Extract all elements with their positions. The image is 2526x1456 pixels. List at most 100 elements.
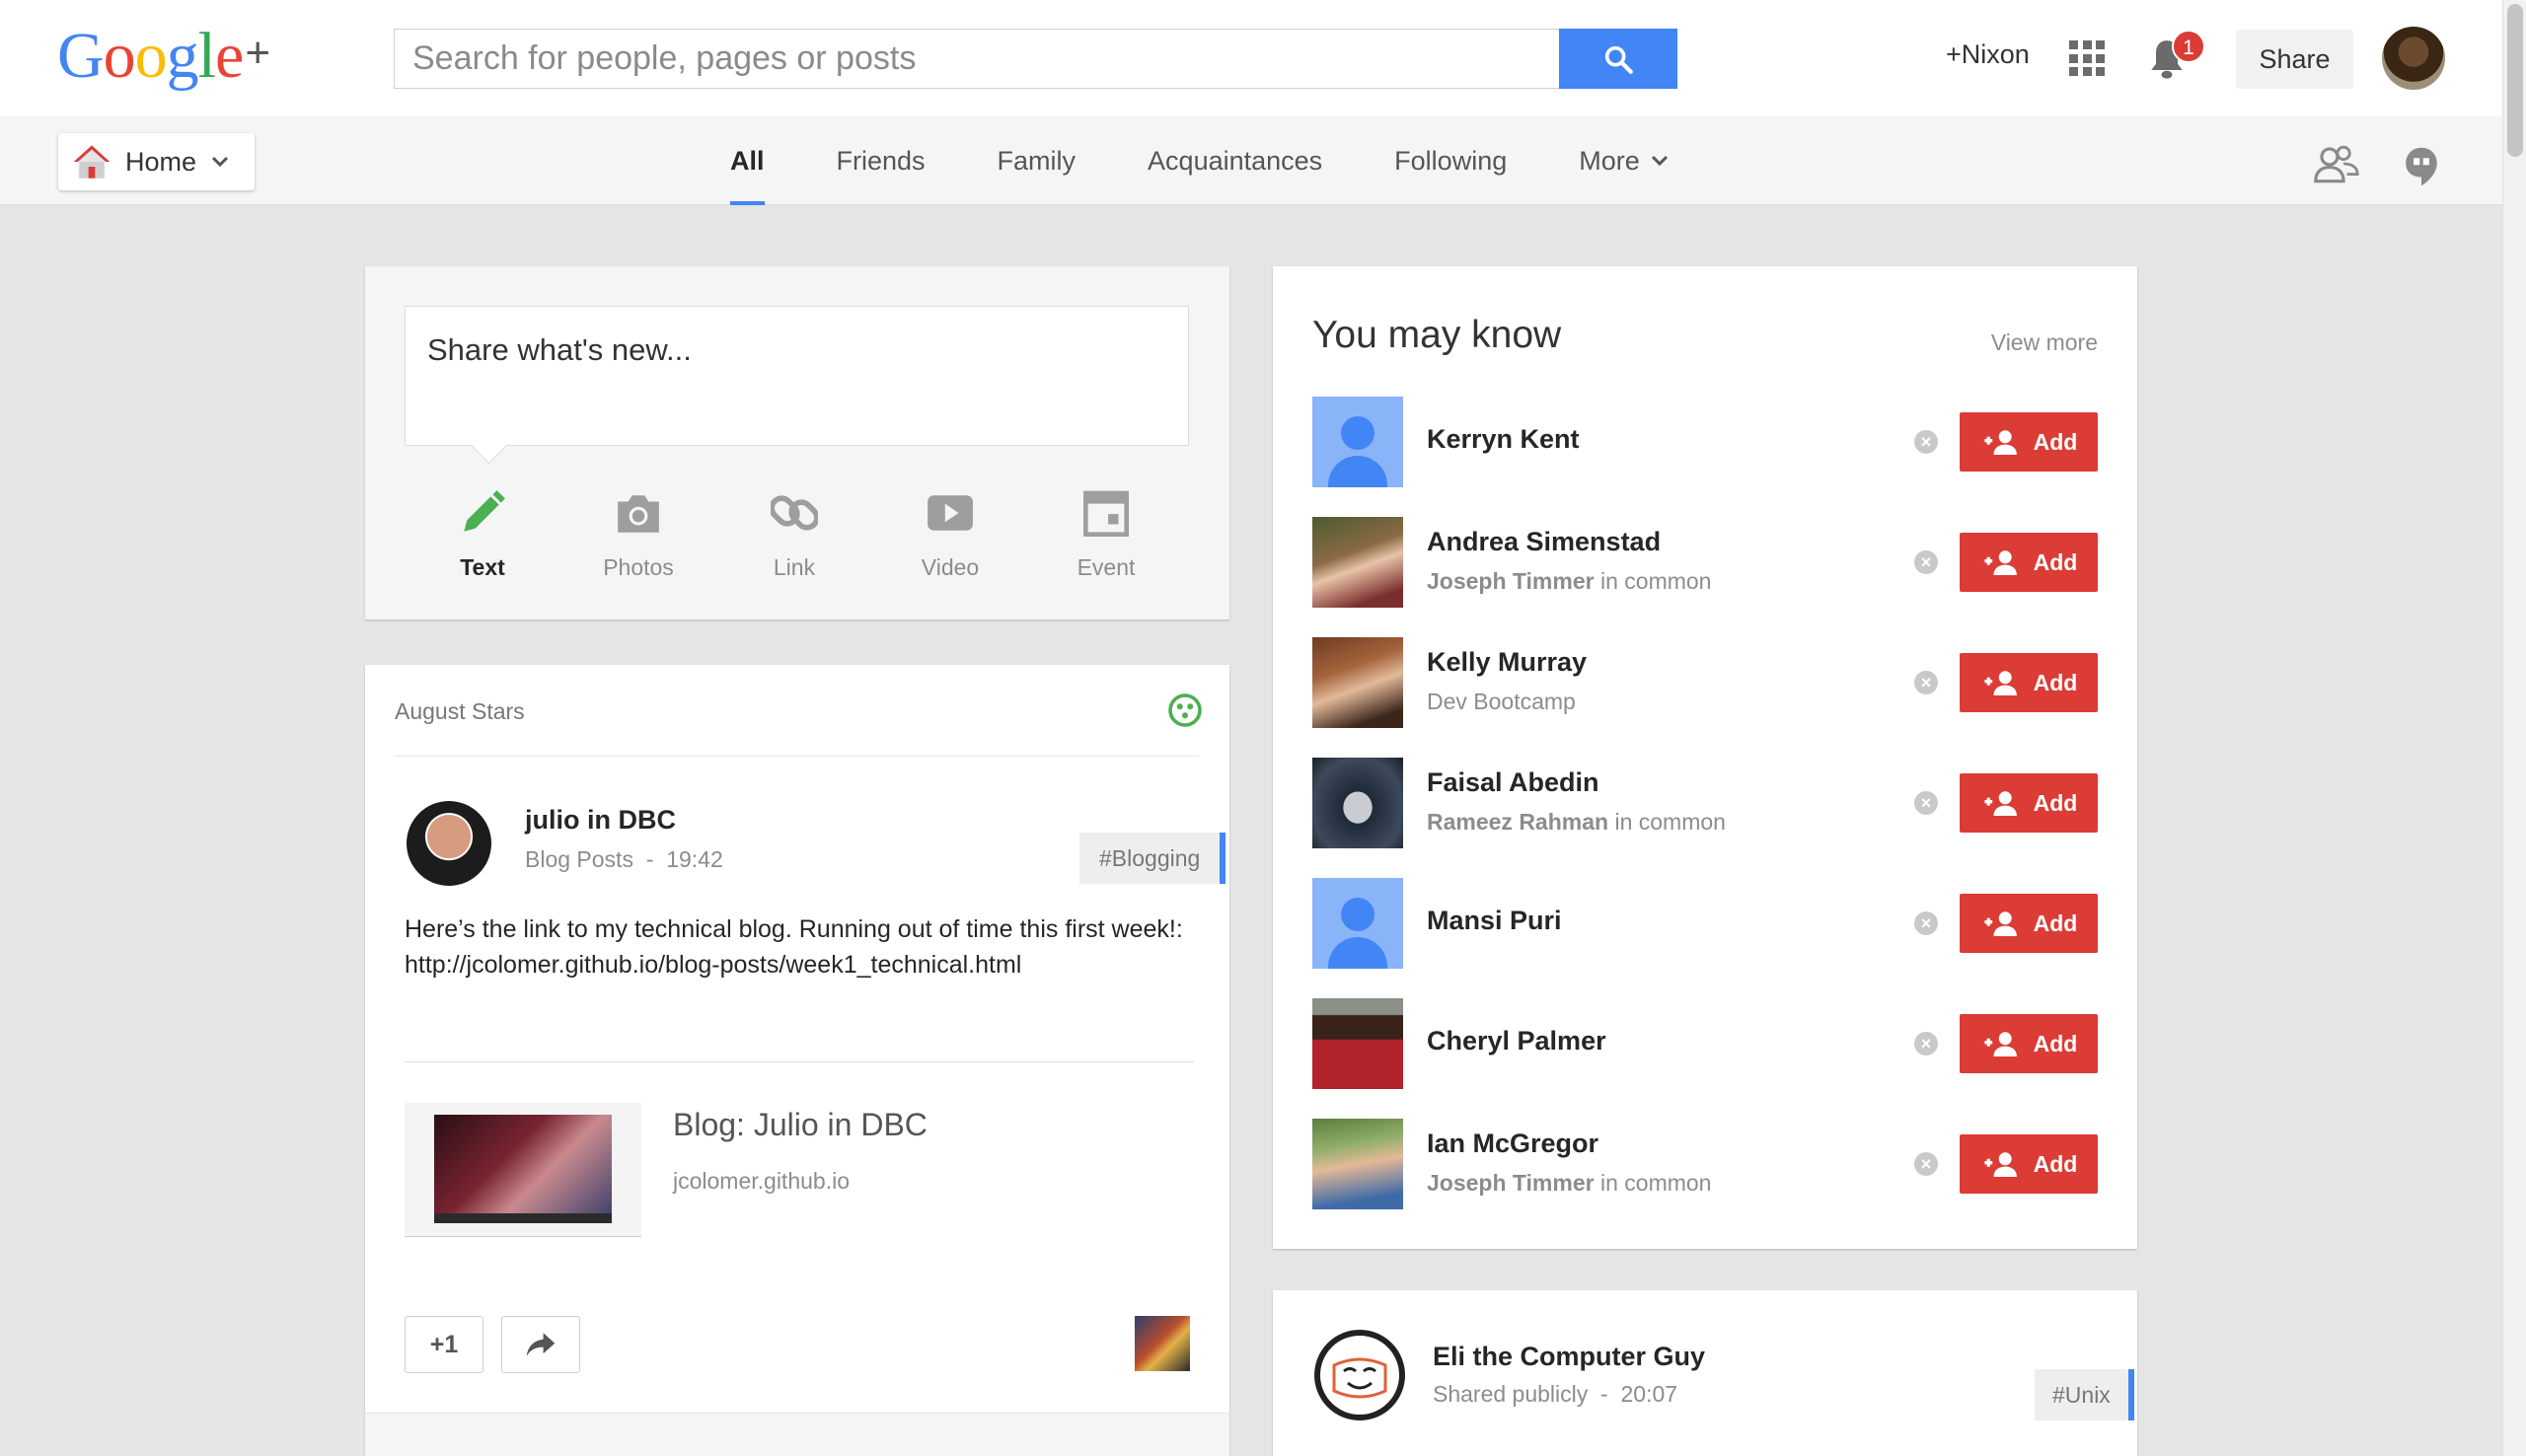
person-avatar[interactable]	[1312, 878, 1403, 969]
dismiss-icon[interactable]: ×	[1914, 1152, 1938, 1176]
post-card: August Stars julio in DBC Blog Posts - 1…	[365, 665, 1229, 1456]
post-author[interactable]: Eli the Computer Guy	[1433, 1342, 1705, 1372]
person-avatar[interactable]	[1312, 517, 1403, 608]
suggestion-row: Kerryn Kent × Add	[1312, 397, 2098, 487]
add-person-icon	[1984, 911, 2017, 936]
you-may-know-card: You may know View more Kerryn Kent × Add…	[1273, 266, 2137, 1249]
notification-count-badge[interactable]: 1	[2172, 30, 2205, 63]
share-video-button[interactable]: Video	[872, 481, 1028, 581]
add-person-button[interactable]: Add	[1960, 894, 2098, 953]
dismiss-icon[interactable]: ×	[1914, 671, 1938, 694]
suggestion-row: Ian McGregor Joseph Timmer in common × A…	[1312, 1119, 2098, 1209]
tab-acquaintances[interactable]: Acquaintances	[1148, 116, 1322, 205]
tab-following[interactable]: Following	[1394, 116, 1507, 205]
community-icon[interactable]	[1167, 692, 1203, 733]
post-meta: Blog Posts - 19:42	[525, 846, 723, 873]
stream-tabs: All Friends Family Acquaintances Followi…	[730, 116, 1742, 205]
divider	[405, 1061, 1194, 1062]
suggestion-row: Andrea Simenstad Joseph Timmer in common…	[1312, 517, 2098, 608]
hashtag-badge[interactable]: #Blogging	[1079, 833, 1226, 884]
add-person-button[interactable]: Add	[1960, 773, 2098, 833]
add-person-button[interactable]: Add	[1960, 533, 2098, 592]
person-mutual: Rameez Rahman in common	[1427, 809, 1726, 835]
add-person-button[interactable]: Add	[1960, 1014, 2098, 1073]
share-event-button[interactable]: Event	[1028, 481, 1184, 581]
person-avatar[interactable]	[1312, 637, 1403, 728]
people-icon[interactable]	[2314, 144, 2359, 188]
tab-more[interactable]: More	[1579, 116, 1670, 205]
link-title[interactable]: Blog: Julio in DBC	[673, 1107, 928, 1143]
home-label: Home	[125, 146, 197, 177]
post-time[interactable]: 20:07	[1621, 1381, 1678, 1407]
post-visibility[interactable]: Shared publicly	[1433, 1381, 1588, 1407]
chevron-down-icon	[211, 156, 229, 168]
share-input[interactable]: Share what's new...	[405, 306, 1189, 446]
hashtag-badge[interactable]: #Unix	[2035, 1369, 2134, 1420]
stream-nav-bar: Home All Friends Family Acquaintances Fo…	[0, 116, 2502, 205]
author-avatar[interactable]	[1314, 1330, 1405, 1420]
link-thumbnail[interactable]	[405, 1103, 641, 1237]
share-text-button[interactable]: Text	[405, 481, 560, 581]
post-category[interactable]: Blog Posts	[525, 846, 633, 872]
dismiss-icon[interactable]: ×	[1914, 1032, 1938, 1056]
search-icon	[1604, 45, 1633, 74]
person-name[interactable]: Ian McGregor	[1427, 1128, 1598, 1159]
video-play-icon	[928, 495, 973, 531]
share-button[interactable]: Share	[2236, 30, 2353, 89]
calendar-icon	[1083, 490, 1129, 537]
profile-name-link[interactable]: +Nixon	[1946, 39, 2030, 70]
suggestion-row: Kelly Murray Dev Bootcamp × Add	[1312, 637, 2098, 728]
person-avatar[interactable]	[1312, 397, 1403, 487]
home-icon	[73, 145, 111, 179]
search-button[interactable]	[1559, 29, 1677, 89]
person-name[interactable]: Kerryn Kent	[1427, 424, 1580, 455]
view-more-link[interactable]: View more	[1991, 329, 2098, 356]
search-field[interactable]	[394, 29, 1561, 89]
person-mutual: Joseph Timmer in common	[1427, 568, 1712, 594]
tab-family[interactable]: Family	[998, 116, 1077, 205]
apps-grid-icon[interactable]	[2069, 40, 2105, 76]
person-avatar[interactable]	[1312, 1119, 1403, 1209]
home-menu-button[interactable]: Home	[58, 133, 255, 190]
post-footer	[365, 1413, 1229, 1456]
tab-friends[interactable]: Friends	[837, 116, 926, 205]
suggestion-row: Faisal Abedin Rameez Rahman in common × …	[1312, 758, 2098, 848]
tab-all[interactable]: All	[730, 116, 765, 205]
share-link-button[interactable]: Link	[716, 481, 872, 581]
post-url[interactable]: http://jcolomer.github.io/blog-posts/wee…	[405, 947, 1194, 983]
add-person-icon	[1984, 671, 2017, 695]
you-may-know-title: You may know	[1312, 314, 1562, 356]
scrollbar-thumb[interactable]	[2507, 4, 2523, 157]
dismiss-icon[interactable]: ×	[1914, 550, 1938, 574]
account-avatar[interactable]	[2382, 27, 2445, 90]
hangouts-icon[interactable]	[2404, 146, 2439, 192]
person-name[interactable]: Andrea Simenstad	[1427, 527, 1661, 557]
link-domain: jcolomer.github.io	[673, 1168, 850, 1194]
google-plus-logo[interactable]: Google+	[57, 22, 270, 98]
add-person-button[interactable]: Add	[1960, 653, 2098, 712]
post-time[interactable]: 19:42	[666, 846, 723, 872]
page-scrollbar[interactable]	[2502, 0, 2526, 1456]
add-person-button[interactable]: Add	[1960, 412, 2098, 472]
person-name[interactable]: Faisal Abedin	[1427, 767, 1599, 798]
reshare-button[interactable]	[501, 1316, 580, 1373]
person-name[interactable]: Cheryl Palmer	[1427, 1026, 1606, 1056]
post-meta: Shared publicly - 20:07	[1433, 1381, 1677, 1408]
dismiss-icon[interactable]: ×	[1914, 911, 1938, 935]
post-author[interactable]: julio in DBC	[525, 805, 676, 836]
dismiss-icon[interactable]: ×	[1914, 791, 1938, 815]
author-avatar[interactable]	[407, 801, 491, 886]
person-avatar[interactable]	[1312, 758, 1403, 848]
share-photos-button[interactable]: Photos	[560, 481, 716, 581]
search-input[interactable]	[395, 30, 1560, 88]
person-avatar[interactable]	[1312, 998, 1403, 1089]
add-person-button[interactable]: Add	[1960, 1134, 2098, 1194]
community-name[interactable]: August Stars	[395, 698, 525, 725]
commenter-avatar[interactable]	[1135, 1316, 1190, 1371]
chevron-down-icon	[1651, 155, 1668, 167]
add-person-icon	[1984, 1032, 2017, 1056]
person-name[interactable]: Kelly Murray	[1427, 647, 1587, 678]
dismiss-icon[interactable]: ×	[1914, 430, 1938, 454]
plus-one-button[interactable]: +1	[405, 1316, 483, 1373]
person-name[interactable]: Mansi Puri	[1427, 906, 1562, 936]
